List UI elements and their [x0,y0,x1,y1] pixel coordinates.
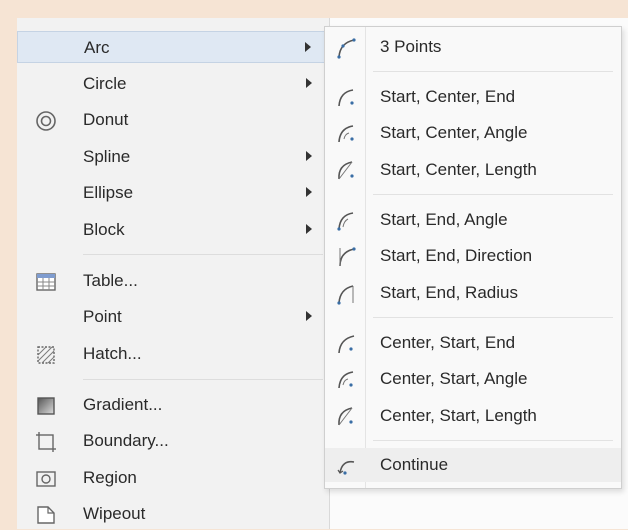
submenu-separator [373,317,613,318]
submenu-item-label: Center, Start, End [380,333,516,352]
submenu-item-center-start-angle[interactable]: Center, Start, Angle [325,362,621,396]
arc-start-center-length-icon [338,161,354,180]
menu-item-label: Donut [83,110,129,129]
submenu-item-label: Continue [380,455,449,474]
submenu-item-3-points[interactable]: 3 Points [325,30,621,64]
menu-item-label: Block [83,220,125,239]
menu-item-label: Point [83,307,122,326]
submenu-item-start-center-end[interactable]: Start, Center, End [325,80,621,114]
menu-item-spline[interactable]: Spline [17,141,329,173]
menu-item-table[interactable]: Table... [17,265,329,297]
menu-item-label: Arc [84,38,110,57]
menu-item-region[interactable]: Region [17,462,329,494]
menu-item-label: Region [83,468,137,487]
menu-item-block[interactable]: Block [17,214,329,246]
menu-item-arc[interactable]: Arc [17,31,329,63]
submenu-item-start-end-direction[interactable]: Start, End, Direction [325,239,621,273]
menu-item-donut[interactable]: Donut [17,104,329,136]
submenu-item-center-start-end[interactable]: Center, Start, End [325,326,621,360]
arc-center-start-angle-icon [338,371,354,389]
submenu-item-start-center-angle[interactable]: Start, Center, Angle [325,116,621,150]
submenu-arrow-icon [306,224,312,234]
submenu-arrow-icon [306,78,312,88]
region-icon [36,471,56,487]
menu-item-label: Spline [83,147,131,166]
submenu-item-label: 3 Points [380,37,442,56]
submenu-separator [373,440,613,441]
menu-item-label: Ellipse [83,183,134,202]
submenu-item-start-end-angle[interactable]: Start, End, Angle [325,203,621,237]
menu-item-wipeout[interactable]: Wipeout [17,498,329,530]
submenu-item-label: Start, End, Direction [380,246,533,265]
arc-start-end-angle-icon [337,212,354,231]
arc-start-center-end-icon [338,89,354,107]
submenu-item-label: Start, Center, Angle [380,123,528,142]
menu-item-boundary[interactable]: Boundary... [17,425,329,457]
arc-start-end-radius-icon [337,285,354,305]
submenu-item-continue[interactable]: Continue [325,448,621,482]
gradient-icon [37,397,55,415]
submenu-separator [373,194,613,195]
arc-center-start-end-icon [338,335,355,354]
donut-icon [36,111,56,131]
submenu-separator [373,71,613,72]
submenu-arrow-icon [306,311,312,321]
submenu-arrow-icon [305,42,311,52]
arc-3-points-icon [337,38,356,59]
menu-item-label: Circle [83,74,127,93]
menu-item-hatch[interactable]: Hatch... [17,338,329,370]
submenu-item-label: Start, End, Radius [380,283,518,302]
menu-separator [83,254,323,255]
submenu-item-label: Center, Start, Length [380,406,537,425]
submenu-item-center-start-length[interactable]: Center, Start, Length [325,399,621,433]
submenu-item-label: Start, End, Angle [380,210,508,229]
hatch-icon [37,346,55,364]
submenu-item-start-end-radius[interactable]: Start, End, Radius [325,276,621,310]
menu-item-label: Gradient... [83,395,163,414]
wipeout-icon [37,506,55,524]
menu-item-label: Table... [83,271,138,290]
submenu-item-label: Center, Start, Angle [380,369,528,388]
menu-item-label: Wipeout [83,504,146,523]
submenu-item-label: Start, Center, End [380,87,516,106]
menu-item-circle[interactable]: Circle [17,68,329,100]
submenu-arrow-icon [306,151,312,161]
menu-separator [83,379,323,380]
arc-start-end-direction-icon [339,247,356,267]
submenu-item-label: Start, Center, Length [380,160,537,179]
submenu-arrow-icon [306,187,312,197]
menu-item-label: Hatch... [83,344,142,363]
draw-menu: Arc Circle Donut Spline Ellipse Block Ta… [17,18,330,529]
table-icon [36,273,56,291]
arc-continue-icon [337,460,355,475]
arc-start-center-angle-icon [338,125,354,143]
menu-item-ellipse[interactable]: Ellipse [17,177,329,209]
boundary-icon [36,432,56,452]
menu-item-gradient[interactable]: Gradient... [17,389,329,421]
arc-center-start-length-icon [338,407,353,426]
submenu-item-start-center-length[interactable]: Start, Center, Length [325,153,621,187]
menu-item-label: Boundary... [83,431,169,450]
menu-item-point[interactable]: Point [17,301,329,333]
arc-submenu: 3 Points Start, Center, End Start, Cente… [324,26,622,489]
